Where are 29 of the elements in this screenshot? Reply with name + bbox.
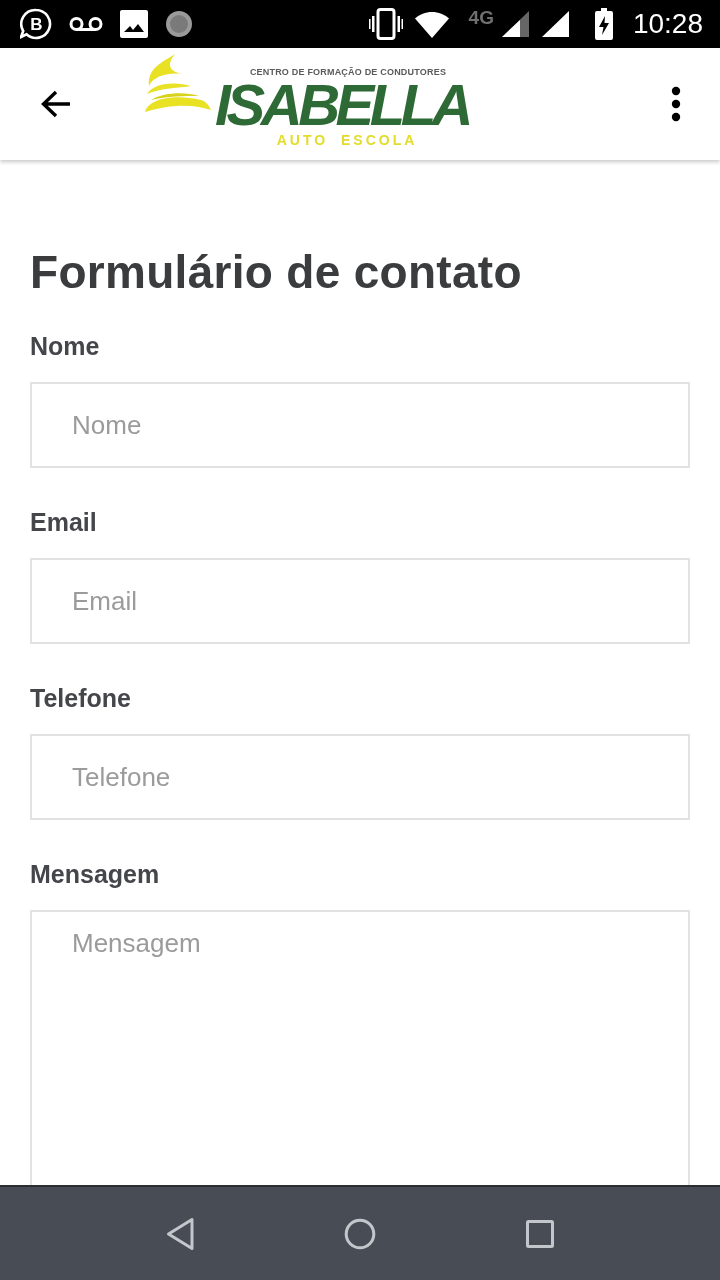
home-circle-icon[interactable] [344, 1217, 376, 1250]
back-arrow-icon[interactable] [40, 90, 72, 118]
wifi-icon [414, 12, 449, 38]
text-input-field[interactable]: Nome [30, 382, 690, 468]
chat-bubble-icon: B [20, 8, 52, 40]
image-icon [120, 10, 148, 38]
field-label: Nome [30, 331, 100, 361]
text-input-field[interactable]: Telefone [30, 734, 690, 820]
disc-icon [165, 10, 193, 38]
field-label: Mensagem [30, 859, 160, 889]
logo-subtitle: AUTO ESCOLA [276, 132, 418, 148]
vibrate-icon [368, 8, 403, 40]
back-triangle-icon[interactable] [166, 1216, 194, 1251]
signal-icon [541, 11, 569, 37]
swoosh-logo-icon [145, 54, 211, 114]
more-options-icon[interactable] [671, 86, 681, 122]
network-type-label: 4G [468, 7, 494, 29]
logo-tagline: CENTRO DE FORMAÇÃO DE CONDUTORES [249, 66, 447, 78]
text-input-field[interactable]: Email [30, 558, 690, 644]
voicemail-icon [69, 16, 103, 32]
message-textarea-field[interactable]: Mensagem [30, 910, 690, 1185]
field-label: Email [30, 507, 97, 537]
field-label: Telefone [30, 683, 131, 713]
form-title: Formulário de contato [30, 246, 523, 298]
recents-square-icon[interactable] [526, 1219, 554, 1248]
signal-icon [501, 11, 529, 37]
logo-wordmark: ISABELLA [215, 78, 470, 132]
clock-time: 10:28 [632, 8, 703, 40]
battery-charging-icon [594, 8, 613, 40]
